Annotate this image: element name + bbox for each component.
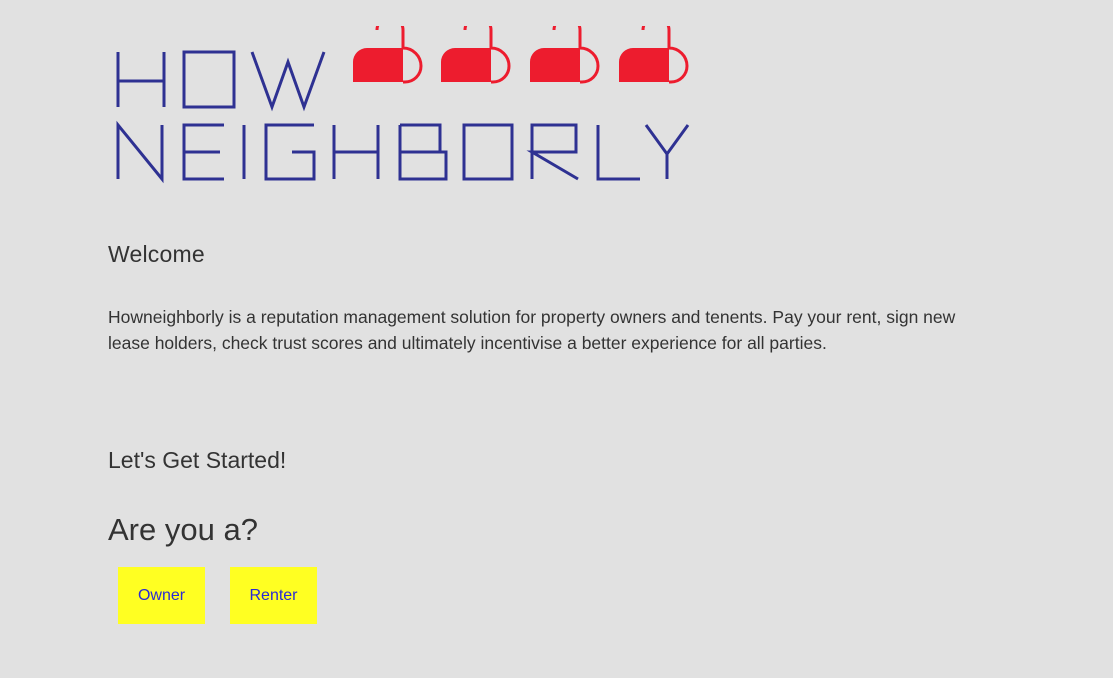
heart-icon [441, 26, 511, 84]
logo-hearts [353, 26, 689, 84]
renter-button[interactable]: Renter [230, 567, 317, 624]
role-question: Are you a? [108, 512, 258, 547]
logo-word-neighborly [116, 120, 690, 184]
page: Welcome Howneighborly is a reputation ma… [0, 0, 1113, 678]
owner-button[interactable]: Owner [118, 567, 205, 624]
get-started-heading: Let's Get Started! [108, 447, 287, 473]
intro-paragraph: Howneighborly is a reputation management… [108, 307, 956, 353]
heart-icon [353, 26, 423, 84]
howneighborly-logo [116, 26, 690, 184]
heart-icon [619, 26, 689, 84]
logo-word-how [116, 50, 326, 112]
welcome-heading: Welcome [108, 241, 205, 267]
heart-icon [530, 26, 600, 84]
